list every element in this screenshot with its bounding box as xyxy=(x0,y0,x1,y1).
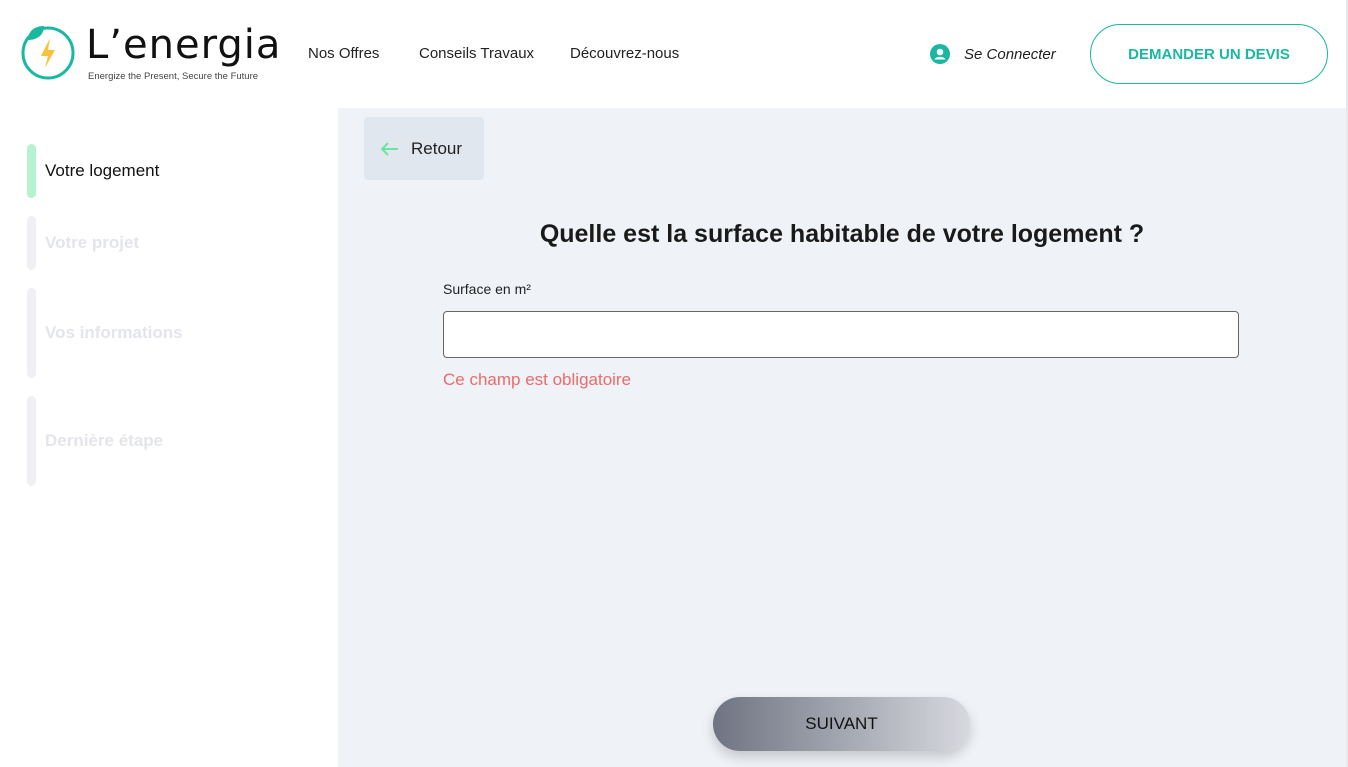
next-button[interactable]: SUIVANT xyxy=(713,697,970,751)
step-label: Votre logement xyxy=(45,161,160,180)
steps-sidebar: Votre logement Votre projet Vos informat… xyxy=(0,108,338,767)
nav-nos-offres[interactable]: Nos Offres xyxy=(308,45,379,62)
login-label: Se Connecter xyxy=(964,45,1056,63)
arrow-left-icon xyxy=(381,141,398,156)
step-indicator xyxy=(27,216,36,270)
logo[interactable]: L’energia Energize the Present, Secure t… xyxy=(20,18,285,88)
user-icon xyxy=(930,44,950,64)
step-indicator xyxy=(27,144,36,198)
step-label: Vos informations xyxy=(45,323,183,342)
step-indicator xyxy=(27,396,36,486)
back-label: Retour xyxy=(411,138,463,158)
login-link[interactable]: Se Connecter xyxy=(930,44,1056,64)
logo-tagline: Energize the Present, Secure the Future xyxy=(88,71,259,82)
request-quote-button[interactable]: DEMANDER UN DEVIS xyxy=(1090,24,1328,84)
step-label: Dernière étape xyxy=(45,431,164,450)
back-button[interactable]: Retour xyxy=(364,117,484,180)
nav-conseils-travaux[interactable]: Conseils Travaux xyxy=(419,45,534,62)
nav-decouvrez-nous[interactable]: Découvrez-nous xyxy=(570,45,679,62)
form-panel: Retour Quelle est la surface habitable d… xyxy=(338,108,1346,767)
header: L’energia Energize the Present, Secure t… xyxy=(0,0,1348,108)
surface-label: Surface en m² xyxy=(443,281,531,297)
surface-input[interactable] xyxy=(443,311,1239,358)
logo-text: L’energia xyxy=(86,22,282,68)
question-title: Quelle est la surface habitable de votre… xyxy=(539,220,1145,248)
logo-bolt-icon xyxy=(21,26,75,80)
step-label: Votre projet xyxy=(45,233,140,252)
error-message: Ce champ est obligatoire xyxy=(443,370,632,389)
step-indicator xyxy=(27,288,36,378)
